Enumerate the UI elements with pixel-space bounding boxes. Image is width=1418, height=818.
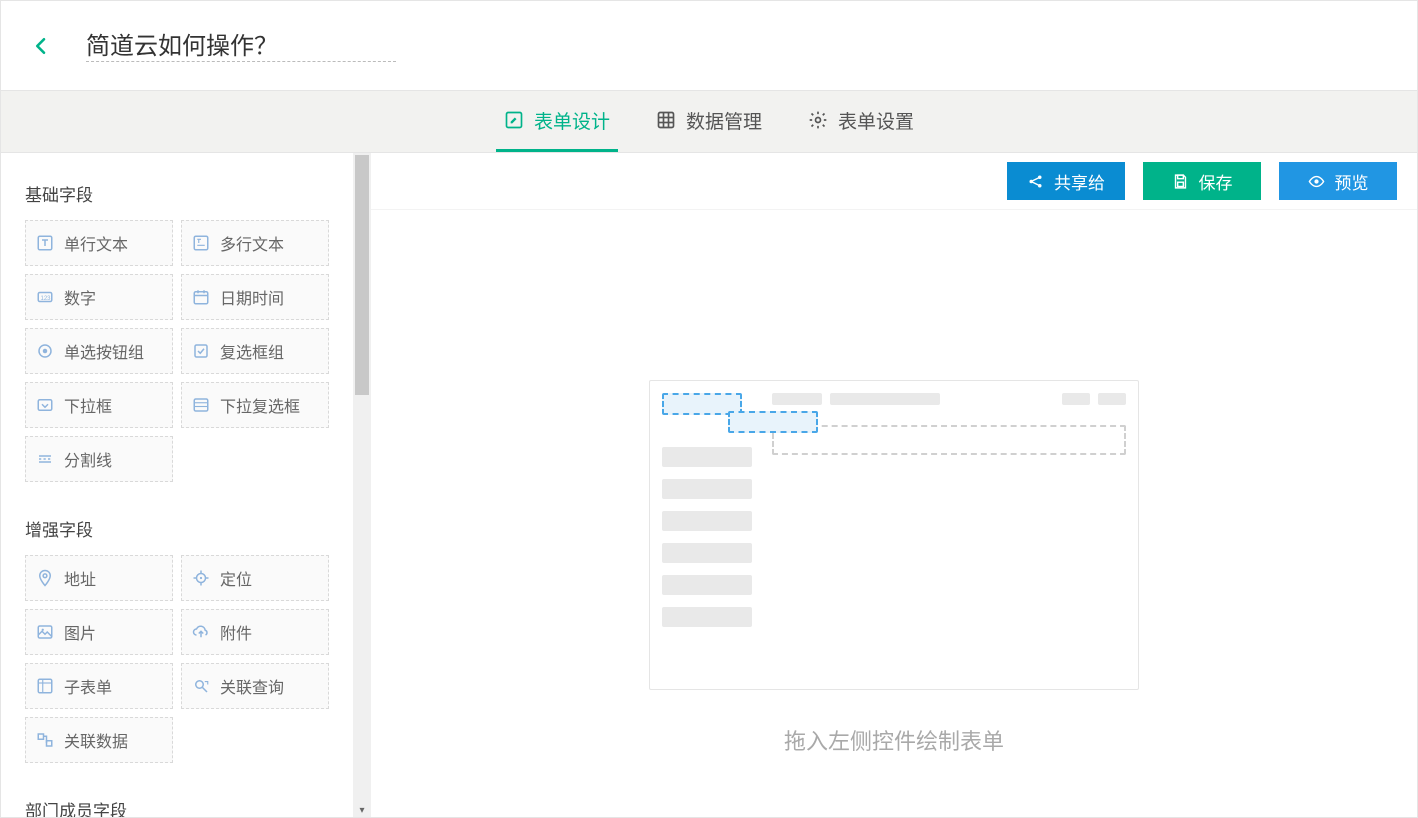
- edit-icon: [504, 110, 524, 130]
- back-button[interactable]: [21, 26, 61, 66]
- main: 基础字段 单行文本 多行文本 123 数字 日期时间: [1, 153, 1417, 817]
- field-label: 分割线: [64, 447, 112, 471]
- field-divider[interactable]: 分割线: [25, 436, 173, 482]
- tab-form-settings[interactable]: 表单设置: [800, 91, 922, 152]
- relation-icon: [36, 731, 54, 749]
- page-title-input[interactable]: [86, 30, 396, 62]
- field-attachment[interactable]: 附件: [181, 609, 329, 655]
- section-title-advanced: 增强字段: [25, 516, 329, 541]
- target-icon: [192, 569, 210, 587]
- eye-icon: [1308, 173, 1325, 190]
- field-datetime[interactable]: 日期时间: [181, 274, 329, 320]
- preview-button[interactable]: 预览: [1279, 162, 1397, 200]
- checkbox-icon: [192, 342, 210, 360]
- field-label: 图片: [64, 620, 96, 644]
- field-select[interactable]: 下拉框: [25, 382, 173, 428]
- field-image[interactable]: 图片: [25, 609, 173, 655]
- field-relation[interactable]: 关联数据: [25, 717, 173, 763]
- section-title-dept: 部门成员字段: [25, 797, 329, 817]
- canvas-body[interactable]: 拖入左侧控件绘制表单: [371, 209, 1417, 817]
- field-label: 下拉复选框: [220, 393, 300, 417]
- field-label: 单行文本: [64, 231, 128, 255]
- save-button[interactable]: 保存: [1143, 162, 1261, 200]
- sidebar-scroll[interactable]: 基础字段 单行文本 多行文本 123 数字 日期时间: [1, 153, 353, 817]
- field-label: 附件: [220, 620, 252, 644]
- select-icon: [36, 396, 54, 414]
- field-label: 子表单: [64, 674, 112, 698]
- tab-label: 表单设计: [534, 107, 610, 134]
- save-icon: [1172, 173, 1189, 190]
- sidebar-scrollbar[interactable]: ▾: [353, 153, 371, 817]
- tab-label: 表单设置: [838, 107, 914, 134]
- advanced-field-grid: 地址 定位 图片 附件 子表单: [25, 555, 329, 763]
- basic-field-grid: 单行文本 多行文本 123 数字 日期时间 单选按钮组: [25, 220, 329, 482]
- gear-icon: [808, 110, 828, 130]
- field-multi-line-text[interactable]: 多行文本: [181, 220, 329, 266]
- sidebar: 基础字段 单行文本 多行文本 123 数字 日期时间: [1, 153, 371, 817]
- text-icon: [36, 234, 54, 252]
- field-label: 关联数据: [64, 728, 128, 752]
- field-label: 下拉框: [64, 393, 112, 417]
- field-subform[interactable]: 子表单: [25, 663, 173, 709]
- image-icon: [36, 623, 54, 641]
- field-single-line-text[interactable]: 单行文本: [25, 220, 173, 266]
- number-icon: 123: [36, 288, 54, 306]
- radio-icon: [36, 342, 54, 360]
- tab-label: 数据管理: [686, 107, 762, 134]
- field-label: 关联查询: [220, 674, 284, 698]
- button-label: 保存: [1199, 169, 1233, 194]
- pin-icon: [36, 569, 54, 587]
- scrollbar-thumb[interactable]: [355, 155, 369, 395]
- canvas-toolbar: 共享给 保存 预览: [371, 153, 1417, 209]
- field-number[interactable]: 123 数字: [25, 274, 173, 320]
- tab-data-manage[interactable]: 数据管理: [648, 91, 770, 152]
- calendar-icon: [192, 288, 210, 306]
- subform-icon: [36, 677, 54, 695]
- chevron-left-icon: [32, 32, 50, 60]
- multiselect-icon: [192, 396, 210, 414]
- divider-icon: [36, 450, 54, 468]
- field-lookup[interactable]: 关联查询: [181, 663, 329, 709]
- field-address[interactable]: 地址: [25, 555, 173, 601]
- button-label: 预览: [1335, 169, 1369, 194]
- empty-caption: 拖入左侧控件绘制表单: [649, 724, 1139, 756]
- tabstrip: 表单设计 数据管理 表单设置: [1, 91, 1417, 153]
- share-icon: [1027, 173, 1044, 190]
- canvas: 共享给 保存 预览: [371, 153, 1417, 817]
- field-label: 多行文本: [220, 231, 284, 255]
- field-label: 地址: [64, 566, 96, 590]
- empty-placeholder: 拖入左侧控件绘制表单: [649, 380, 1139, 756]
- field-label: 数字: [64, 285, 96, 309]
- cloud-upload-icon: [192, 623, 210, 641]
- svg-text:123: 123: [41, 296, 52, 302]
- field-label: 单选按钮组: [64, 339, 144, 363]
- placeholder-graphic: [649, 380, 1139, 690]
- titlebar: [1, 1, 1417, 91]
- button-label: 共享给: [1054, 169, 1105, 194]
- textarea-icon: [192, 234, 210, 252]
- grid-icon: [656, 110, 676, 130]
- search-link-icon: [192, 677, 210, 695]
- scrollbar-down-arrow[interactable]: ▾: [353, 803, 371, 817]
- field-radio-group[interactable]: 单选按钮组: [25, 328, 173, 374]
- field-label: 日期时间: [220, 285, 284, 309]
- field-multiselect[interactable]: 下拉复选框: [181, 382, 329, 428]
- field-label: 定位: [220, 566, 252, 590]
- field-checkbox-group[interactable]: 复选框组: [181, 328, 329, 374]
- section-title-basic: 基础字段: [25, 181, 329, 206]
- field-location[interactable]: 定位: [181, 555, 329, 601]
- field-label: 复选框组: [220, 339, 284, 363]
- share-button[interactable]: 共享给: [1007, 162, 1125, 200]
- tab-form-design[interactable]: 表单设计: [496, 91, 618, 152]
